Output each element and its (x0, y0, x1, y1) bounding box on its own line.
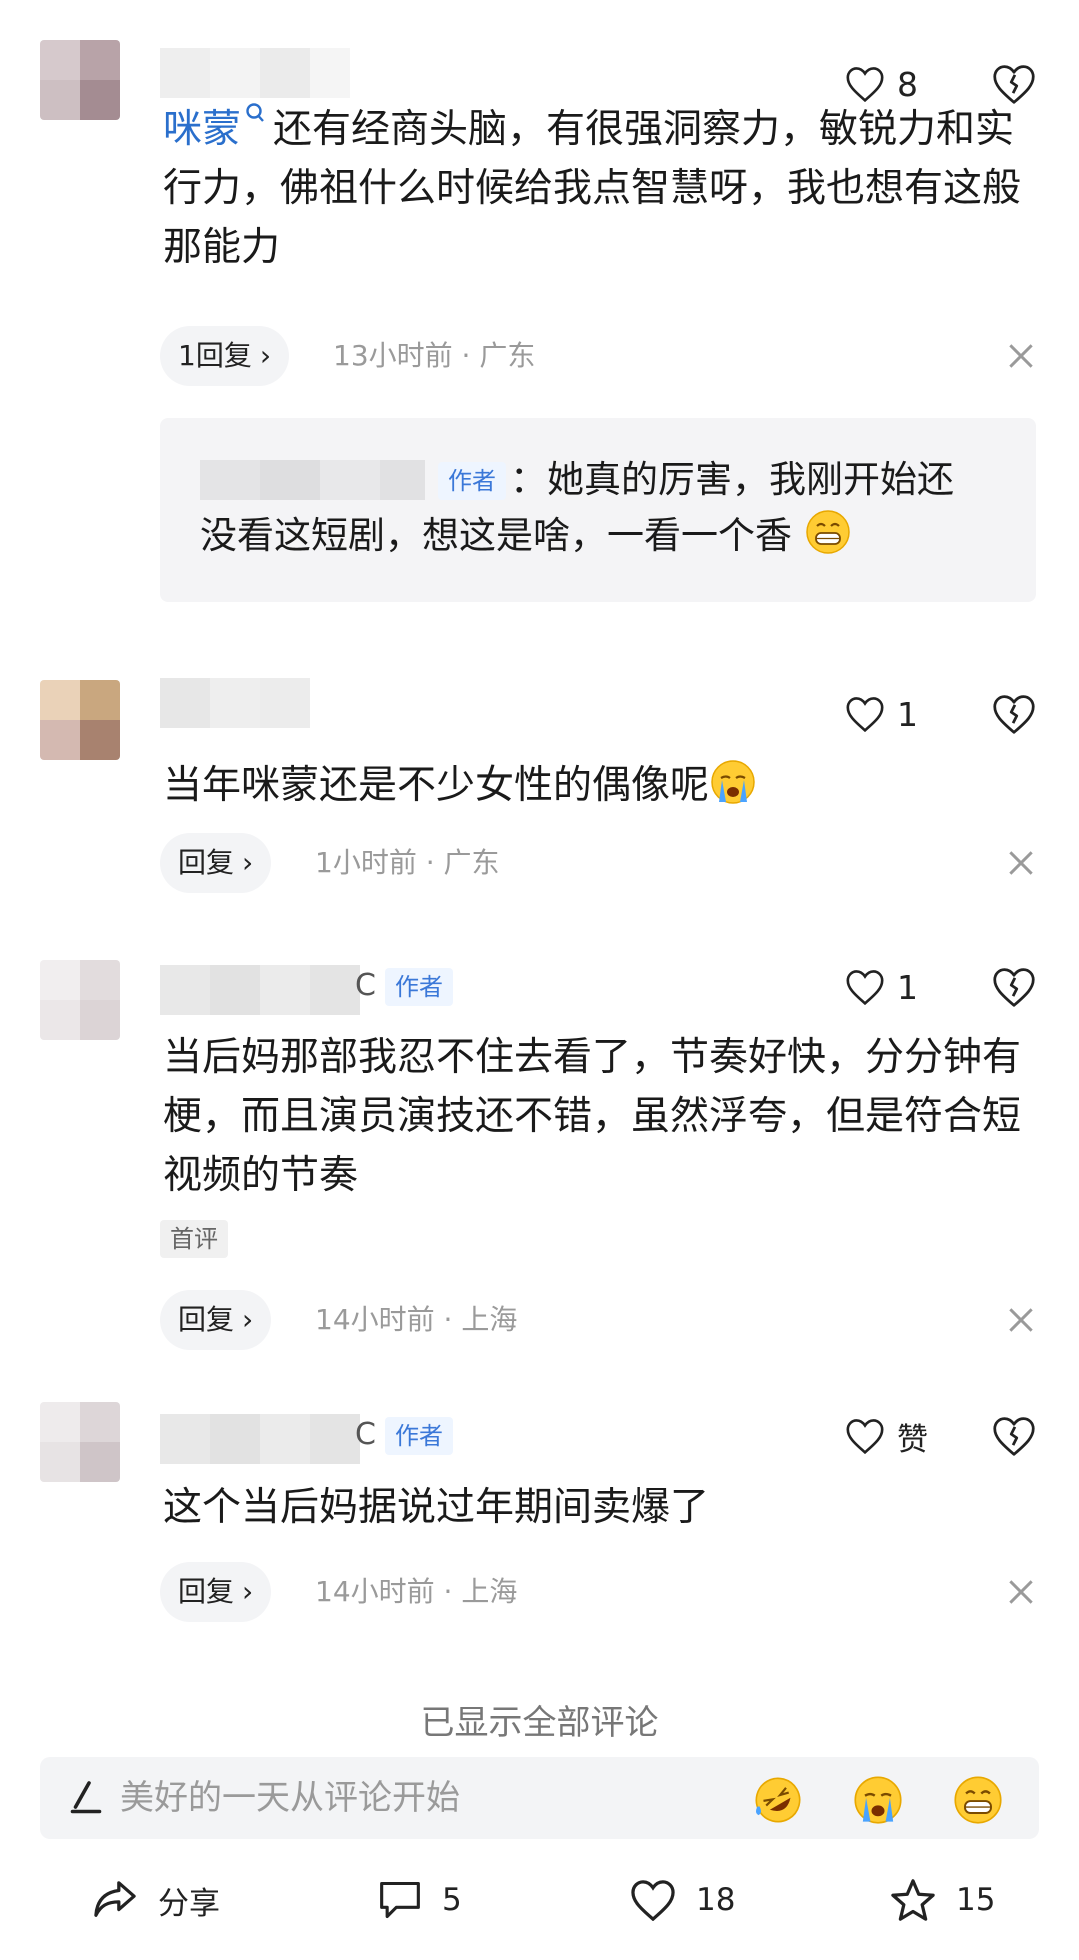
close-icon[interactable] (1005, 1576, 1037, 1608)
favorite-button[interactable]: 15 (890, 1860, 995, 1940)
close-icon[interactable] (1005, 1304, 1037, 1336)
like-button[interactable]: 8 (845, 64, 918, 104)
reply-button[interactable]: 回复 › (160, 1562, 272, 1622)
avatar[interactable] (40, 40, 120, 120)
like-button[interactable]: 赞 (845, 1416, 928, 1458)
reply-button[interactable]: 回复 › (160, 1290, 272, 1350)
broken-heart-icon[interactable] (992, 692, 1036, 736)
favorite-count: 15 (956, 1882, 996, 1918)
heart-icon (846, 1419, 884, 1454)
pen-icon (70, 1781, 102, 1814)
reply-label: 回复 (178, 846, 235, 879)
reply-text-line2: 没看这短剧，想这是啥，一看一个香 (200, 508, 852, 564)
close-icon[interactable] (1005, 847, 1037, 879)
broken-heart-icon[interactable] (992, 965, 1036, 1009)
username-blurred[interactable] (160, 1414, 360, 1464)
chevron-right-icon: › (259, 339, 272, 372)
username-blurred[interactable] (160, 48, 350, 98)
like-post-button[interactable]: 18 (630, 1860, 735, 1940)
broken-heart-icon[interactable] (992, 1414, 1036, 1458)
comment-body: 还有经商头脑，有很强洞察力，敏锐力和实行力，佛祖什么时候给我点智慧呀，我也想有这… (163, 107, 1022, 270)
heart-icon (631, 1880, 675, 1921)
heart-icon (846, 697, 884, 732)
author-tag: 作者 (438, 462, 506, 500)
comment-text: 当年咪蒙还是不少女性的偶像呢 (163, 756, 1043, 815)
reply-text-line1: ：她真的厉害，我刚开始还 (510, 458, 954, 501)
username-blurred[interactable] (160, 965, 360, 1015)
share-icon (94, 1881, 136, 1917)
author-tag: 作者 (385, 968, 453, 1006)
crying-face-icon (711, 760, 755, 804)
comment-input[interactable]: 美好的一天从评论开始 (40, 1757, 1039, 1839)
comment-text: 这个当后妈据说过年期间卖爆了 (163, 1485, 710, 1530)
username-blurred[interactable] (160, 678, 310, 728)
avatar[interactable] (40, 680, 120, 760)
like-count: 1 (897, 967, 918, 1007)
heart-icon (846, 970, 884, 1005)
avatar[interactable] (40, 960, 120, 1040)
comment-text: 当后妈那部我忍不住去看了，节奏好快，分分钟有梗，而且演员演技还不错，虽然浮夸，但… (163, 1035, 1022, 1198)
like-count: 8 (897, 64, 918, 104)
view-replies-button[interactable]: 1回复 › (160, 326, 290, 386)
comment-item: 1 当年咪蒙还是不少女性的偶像呢 回复 › 1小时前 · 广东 (0, 630, 1079, 910)
reply-text-line2-content: 没看这短剧，想这是啥，一看一个香 (200, 514, 792, 557)
time-location: 13小时前 · 广东 (333, 339, 536, 372)
chevron-right-icon: › (242, 1303, 254, 1336)
username-suffix: Ⅽ (355, 968, 376, 1003)
like-button[interactable]: 1 (845, 967, 918, 1007)
author-tag: 作者 (385, 1417, 453, 1455)
reply-username-blurred (200, 460, 425, 500)
reply-label: 回复 (178, 1575, 235, 1608)
comment-count: 5 (442, 1882, 462, 1918)
share-label: 分享 (158, 1885, 220, 1922)
avatar[interactable] (40, 1402, 120, 1482)
like-button[interactable]: 1 (845, 694, 918, 734)
username-suffix: Ⅽ (355, 1417, 376, 1452)
comment-item: Ⅽ 作者 1 当后妈那部我忍不住去看了，节奏好快，分分钟有梗，而且演员演技还不错… (0, 920, 1079, 1360)
close-icon[interactable] (1005, 340, 1037, 372)
comment-count-button[interactable]: 5 (378, 1860, 462, 1940)
search-icon (246, 103, 264, 122)
comment-bubble-icon (380, 1881, 420, 1919)
bottom-action-bar: 分享 5 18 15 (0, 1860, 1079, 1940)
comment-input-placeholder: 美好的一天从评论开始 (120, 1778, 460, 1818)
comment-text: 咪蒙 还有经商头脑，有很强洞察力，敏锐力和实行力，佛祖什么时候给我点智慧呀，我也想… (163, 100, 1043, 277)
rofl-face-icon[interactable] (752, 1774, 804, 1826)
time-location: 14小时前 · 上海 (315, 1575, 518, 1608)
chevron-right-icon: › (242, 846, 254, 879)
reply-label: 回复 (178, 1303, 235, 1336)
all-comments-shown-label: 已显示全部评论 (420, 1703, 659, 1743)
grinning-face-icon (806, 510, 850, 554)
comment-item: 8 咪蒙 还有经商头脑，有很强洞察力，敏锐力和实行力，佛祖什么时候给我点智慧呀，我… (0, 0, 1079, 602)
share-button[interactable]: 分享 (92, 1860, 220, 1940)
reply-preview[interactable]: 作者 ：她真的厉害，我刚开始还 没看这短剧，想这是啥，一看一个香 (160, 418, 1036, 602)
heart-icon (846, 67, 884, 102)
time-location: 14小时前 · 上海 (315, 1303, 518, 1336)
like-label: 赞 (897, 1421, 928, 1458)
like-count-total: 18 (696, 1882, 736, 1918)
like-count: 1 (897, 694, 918, 734)
comment-item: Ⅽ 作者 赞 这个当后妈据说过年期间卖爆了 回复 › 14小时前 · 上海 (0, 1370, 1079, 1630)
first-comment-badge: 首评 (160, 1220, 228, 1258)
time-location: 1小时前 · 广东 (315, 846, 500, 879)
star-icon (891, 1879, 935, 1921)
crying-face-icon[interactable] (852, 1774, 904, 1826)
chevron-right-icon: › (242, 1575, 254, 1608)
grinning-face-icon[interactable] (952, 1774, 1004, 1826)
reply-label: 1回复 (178, 339, 252, 372)
comment-body: 当年咪蒙还是不少女性的偶像呢 (163, 763, 710, 808)
reply-button[interactable]: 回复 › (160, 833, 272, 893)
mention-link[interactable]: 咪蒙 (163, 107, 241, 152)
